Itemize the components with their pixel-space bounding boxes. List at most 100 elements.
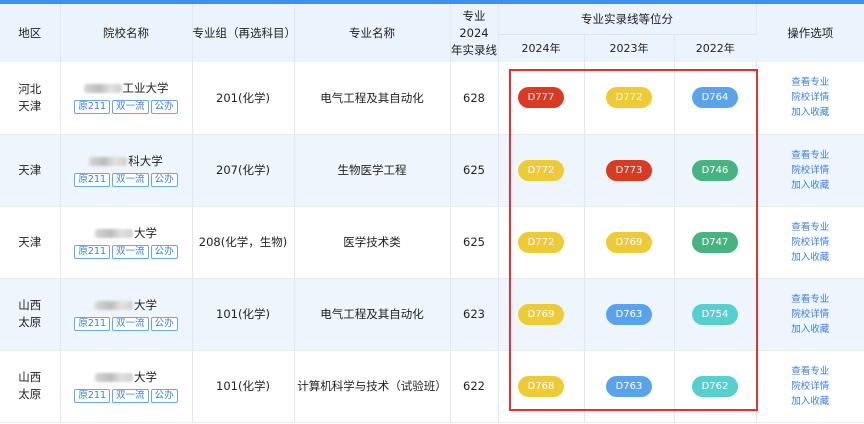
table-body: 河北 天津 工业大学 原211 双一流 公办 201(化学) 电气工程及其自动化 6…	[0, 62, 864, 423]
rank-pill: D768	[518, 375, 564, 397]
school-detail-link[interactable]: 院校详情	[757, 163, 864, 178]
table-row: 山西 太原 大学 原211 双一流 公办 101(化学) 电气工程及其自动化 623…	[0, 278, 864, 351]
view-major-link[interactable]: 查看专业	[757, 220, 864, 235]
view-major-link[interactable]: 查看专业	[757, 292, 864, 307]
school-cell: 科大学 原211 双一流 公办	[60, 134, 193, 207]
rank-pill: D772	[518, 231, 564, 253]
school-tags: 原211 双一流 公办	[61, 243, 192, 259]
tag-double-first-class: 双一流	[112, 388, 149, 403]
rank-pill: D772	[606, 87, 652, 109]
rank-2023-cell: D763	[584, 350, 675, 423]
school-name[interactable]: 科大学	[89, 154, 163, 169]
tag-211: 原211	[74, 100, 111, 115]
tag-double-first-class: 双一流	[112, 316, 149, 331]
tag-211: 原211	[74, 388, 111, 403]
rank-pill: D763	[606, 303, 652, 325]
line-2024-cell: 623	[450, 278, 499, 351]
rank-2024-cell: D777	[498, 62, 585, 135]
add-favorite-link[interactable]: 加入收藏	[757, 250, 864, 265]
view-major-link[interactable]: 查看专业	[757, 75, 864, 90]
school-tags: 原211 双一流 公办	[61, 98, 192, 115]
school-cell: 工业大学 原211 双一流 公办	[60, 62, 193, 135]
header-year-2022: 2022年	[674, 33, 756, 62]
add-favorite-link[interactable]: 加入收藏	[757, 178, 864, 193]
tag-double-first-class: 双一流	[112, 172, 149, 187]
group-cell: 201(化学)	[192, 62, 295, 135]
region-cell: 天津	[0, 134, 61, 207]
table-row: 山西 太原 大学 原211 双一流 公办 101(化学) 计算机科学与技术（试验班）…	[0, 350, 864, 423]
major-cell: 电气工程及其自动化	[294, 62, 451, 135]
school-detail-link[interactable]: 院校详情	[757, 235, 864, 250]
school-name[interactable]: 大学	[95, 370, 157, 385]
rank-2024-cell: D769	[498, 278, 585, 351]
rank-2024-cell: D772	[498, 134, 585, 207]
rank-pill: D777	[518, 87, 564, 109]
group-cell: 101(化学)	[192, 350, 295, 423]
rank-pill: D763	[606, 375, 652, 397]
tag-public: 公办	[150, 100, 178, 115]
major-cell: 医学技术类	[294, 206, 451, 279]
school-name[interactable]: 大学	[95, 298, 157, 313]
table-row: 河北 天津 工业大学 原211 双一流 公办 201(化学) 电气工程及其自动化 6…	[0, 62, 864, 135]
ops-cell: 查看专业 院校详情 加入收藏	[756, 206, 864, 279]
view-major-link[interactable]: 查看专业	[757, 148, 864, 163]
rank-pill: D754	[692, 303, 738, 325]
rank-pill: D769	[518, 303, 564, 325]
rank-2022-cell: D762	[674, 350, 757, 423]
rank-2023-cell: D763	[584, 278, 675, 351]
school-detail-link[interactable]: 院校详情	[757, 379, 864, 394]
rank-2023-cell: D769	[584, 206, 675, 279]
rank-2023-cell: D773	[584, 134, 675, 207]
major-cell: 计算机科学与技术（试验班）	[294, 350, 451, 423]
rank-pill: D769	[606, 231, 652, 253]
rank-pill: D772	[518, 159, 564, 181]
view-major-link[interactable]: 查看专业	[757, 364, 864, 379]
rank-pill: D764	[692, 87, 738, 109]
ops-cell: 查看专业 院校详情 加入收藏	[756, 134, 864, 207]
ops-cell: 查看专业 院校详情 加入收藏	[756, 350, 864, 423]
major-cell: 电气工程及其自动化	[294, 278, 451, 351]
school-detail-link[interactable]: 院校详情	[757, 90, 864, 105]
line-2024-cell: 625	[450, 134, 499, 207]
header-line-2024: 专业2024 年实录线	[450, 4, 499, 62]
line-2024-cell: 628	[450, 62, 499, 135]
rank-2024-cell: D772	[498, 206, 585, 279]
header-ops: 操作选项	[756, 4, 864, 62]
school-tags: 原211 双一流 公办	[61, 315, 192, 331]
header-year-2024: 2024年	[498, 33, 585, 62]
line-2024-cell: 625	[450, 206, 499, 279]
rank-pill: D762	[692, 375, 738, 397]
school-tags: 原211 双一流 公办	[61, 387, 192, 403]
group-cell: 208(化学，生物)	[192, 206, 295, 279]
table-row: 天津 科大学 原211 双一流 公办 207(化学) 生物医学工程 625 D772…	[0, 134, 864, 207]
rank-2022-cell: D747	[674, 206, 757, 279]
rank-pill: D747	[692, 231, 738, 253]
rank-2022-cell: D754	[674, 278, 757, 351]
add-favorite-link[interactable]: 加入收藏	[757, 394, 864, 409]
add-favorite-link[interactable]: 加入收藏	[757, 322, 864, 337]
school-tags: 原211 双一流 公办	[61, 171, 192, 187]
redacted-blur	[95, 300, 133, 310]
tag-double-first-class: 双一流	[112, 100, 149, 115]
school-name[interactable]: 大学	[95, 226, 157, 241]
school-name[interactable]: 工业大学	[83, 81, 169, 96]
ops-cell: 查看专业 院校详情 加入收藏	[756, 278, 864, 351]
add-favorite-link[interactable]: 加入收藏	[757, 105, 864, 120]
tag-public: 公办	[150, 244, 178, 259]
table-row: 天津 大学 原211 双一流 公办 208(化学，生物) 医学技术类 625 D77…	[0, 206, 864, 279]
tag-public: 公办	[150, 172, 178, 187]
admission-table: 地区 院校名称 专业组（再选科目） 专业名称 专业2024 年实录线 专业实录线…	[0, 4, 864, 423]
school-cell: 大学 原211 双一流 公办	[60, 206, 193, 279]
table-header: 地区 院校名称 专业组（再选科目） 专业名称 专业2024 年实录线 专业实录线…	[0, 4, 864, 62]
school-detail-link[interactable]: 院校详情	[757, 307, 864, 322]
group-cell: 101(化学)	[192, 278, 295, 351]
header-region: 地区	[0, 4, 61, 62]
rank-pill: D773	[606, 159, 652, 181]
tag-public: 公办	[150, 388, 178, 403]
tag-211: 原211	[74, 172, 111, 187]
school-cell: 大学 原211 双一流 公办	[60, 278, 193, 351]
tag-public: 公办	[150, 316, 178, 331]
region-cell: 河北 天津	[0, 62, 61, 135]
redacted-blur	[95, 228, 133, 238]
region-cell: 山西 太原	[0, 278, 61, 351]
